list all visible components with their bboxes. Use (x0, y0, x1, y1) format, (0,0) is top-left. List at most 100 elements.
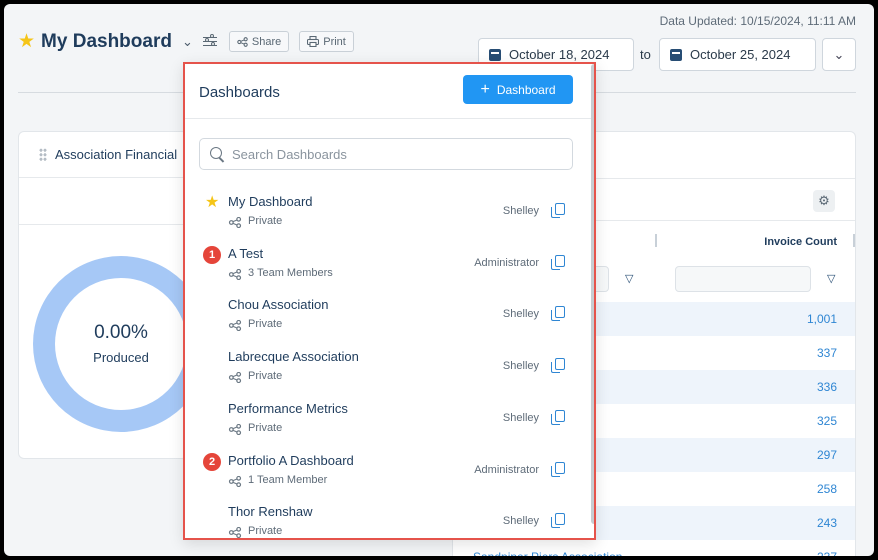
dashboard-name[interactable]: Chou Association (228, 297, 328, 312)
copy-icon[interactable] (551, 461, 565, 477)
sharing-status: Private (248, 525, 283, 538)
share-icon (228, 527, 242, 538)
donut-label: Produced (93, 350, 149, 365)
dashboard-owner: Shelley (502, 360, 539, 373)
dashboard-owner: Shelley (502, 205, 539, 217)
filter-icon[interactable]: ▽ (827, 272, 835, 285)
dashboard-name[interactable]: A Test (228, 246, 263, 261)
copy-icon[interactable] (551, 254, 565, 270)
dashboard-name[interactable]: Portfolio A Dashboard (228, 453, 354, 468)
divider (185, 118, 594, 119)
dashboard-list-item[interactable]: Labrecque Association Private Shelley (185, 349, 585, 399)
invoice-count-link[interactable]: 1,001 (807, 312, 837, 326)
dashboard-owner: Shelley (502, 411, 539, 424)
add-dashboard-button[interactable]: + Dashboard (463, 75, 573, 104)
table-row: Sandpiper Piers Association 237 (453, 540, 855, 556)
dashboard-name[interactable]: My Dashboard (228, 194, 313, 209)
sharing-status: 3 Team Members (248, 266, 333, 279)
invoice-count-link[interactable]: 325 (817, 414, 837, 428)
star-icon[interactable]: ★ (18, 30, 35, 53)
dashboard-list-item[interactable]: ★ My Dashboard Private Shelley (185, 194, 585, 244)
invoice-count-filter-input[interactable] (675, 266, 811, 292)
star-icon[interactable]: ★ (205, 192, 219, 212)
copy-icon[interactable] (551, 306, 565, 322)
donut-value: 0.00% (94, 322, 148, 343)
sharing-status: Private (248, 370, 283, 383)
invoice-count-link[interactable]: 237 (817, 550, 837, 556)
data-updated-text: Data Updated: 10/15/2024, 11:11 AM (659, 14, 856, 28)
dashboard-name[interactable]: Labrecque Association (228, 349, 359, 364)
dashboard-list-item[interactable]: 1 A Test 3 Team Members Administrator (185, 245, 585, 296)
step-badge: 2 (203, 452, 221, 471)
search-input[interactable] (232, 146, 552, 162)
date-from-value: October 18, 2024 (509, 47, 610, 62)
share-icon (237, 36, 248, 47)
card-title: Association Financial (55, 147, 178, 162)
share-icon (228, 217, 242, 228)
sharing-status: Private (248, 318, 283, 331)
panel-title: Dashboards (199, 84, 280, 101)
dashboard-name[interactable]: Thor Renshaw (228, 504, 313, 519)
dashboard-list-item[interactable]: Thor Renshaw Private Shelley (185, 504, 585, 538)
column-header-invoice-count[interactable]: Invoice Count (764, 236, 837, 248)
app-window: Data Updated: 10/15/2024, 11:11 AM ★ My … (4, 4, 874, 556)
share-icon (228, 320, 242, 332)
invoice-count-link[interactable]: 297 (817, 448, 837, 462)
sharing-status: Private (248, 215, 283, 227)
plus-icon: + (480, 80, 490, 98)
association-financial-card: Association Financial 0.00% Produced (18, 131, 209, 459)
copy-icon[interactable] (551, 409, 565, 425)
date-to-value: October 25, 2024 (690, 47, 791, 62)
invoice-count-link[interactable]: 337 (817, 346, 837, 360)
sliders-icon[interactable] (202, 34, 219, 49)
chevron-down-icon: ⌄ (833, 46, 845, 62)
print-button[interactable]: Print (299, 31, 354, 52)
column-resize-handle[interactable] (655, 234, 657, 247)
drag-handle-icon[interactable] (39, 148, 47, 161)
dashboards-dropdown: Dashboards + Dashboard ★ My Dashboard Priv… (183, 62, 596, 540)
search-icon (210, 147, 224, 161)
dashboard-name[interactable]: Performance Metrics (228, 401, 348, 416)
dashboard-owner: Administrator (474, 256, 539, 269)
add-dashboard-label: Dashboard (496, 82, 556, 97)
divider (19, 224, 187, 225)
calendar-icon (489, 48, 501, 61)
scrollbar[interactable] (591, 64, 594, 524)
copy-icon[interactable] (551, 513, 565, 529)
date-range-separator: to (640, 47, 651, 62)
calendar-icon (670, 48, 682, 61)
share-label: Share (251, 35, 282, 48)
share-icon (228, 475, 242, 487)
association-name-link[interactable]: Sandpiper Piers Association (473, 550, 622, 556)
invoice-count-link[interactable]: 258 (817, 482, 837, 496)
date-range-dropdown-button[interactable]: ⌄ (822, 38, 856, 71)
title-bar: ★ My Dashboard ⌄ Share Print (18, 30, 354, 53)
share-icon (228, 423, 242, 435)
share-icon (228, 268, 242, 280)
step-badge: 1 (203, 245, 221, 264)
column-resize-handle[interactable] (853, 234, 855, 247)
invoice-count-link[interactable]: 243 (817, 516, 837, 530)
sharing-status: 1 Team Member (248, 473, 328, 486)
dashboard-owner: Shelley (502, 515, 539, 528)
dashboard-list-item[interactable]: 2 Portfolio A Dashboard 1 Team Member Admin… (185, 452, 585, 503)
dashboard-list-item[interactable]: Performance Metrics Private Shelley (185, 401, 585, 451)
filter-icon[interactable]: ▽ (625, 272, 633, 285)
dashboard-owner: Administrator (474, 463, 539, 476)
invoice-count-link[interactable]: 336 (817, 380, 837, 394)
copy-icon[interactable] (551, 358, 565, 374)
dashboard-owner: Shelley (502, 308, 539, 321)
chevron-down-icon[interactable]: ⌄ (182, 34, 193, 50)
copy-icon[interactable] (551, 203, 565, 218)
dashboard-list-item[interactable]: Chou Association Private Shelley (185, 297, 585, 347)
search-box[interactable] (199, 138, 573, 170)
page-title: My Dashboard (41, 30, 172, 52)
date-to-picker[interactable]: October 25, 2024 (659, 38, 816, 71)
card-header: Association Financial (19, 132, 187, 178)
printer-icon (307, 36, 320, 47)
share-icon (228, 372, 242, 384)
print-label: Print (323, 35, 346, 48)
sharing-status: Private (248, 421, 283, 434)
gear-icon[interactable]: ⚙ (813, 190, 835, 212)
share-button[interactable]: Share (228, 31, 290, 52)
